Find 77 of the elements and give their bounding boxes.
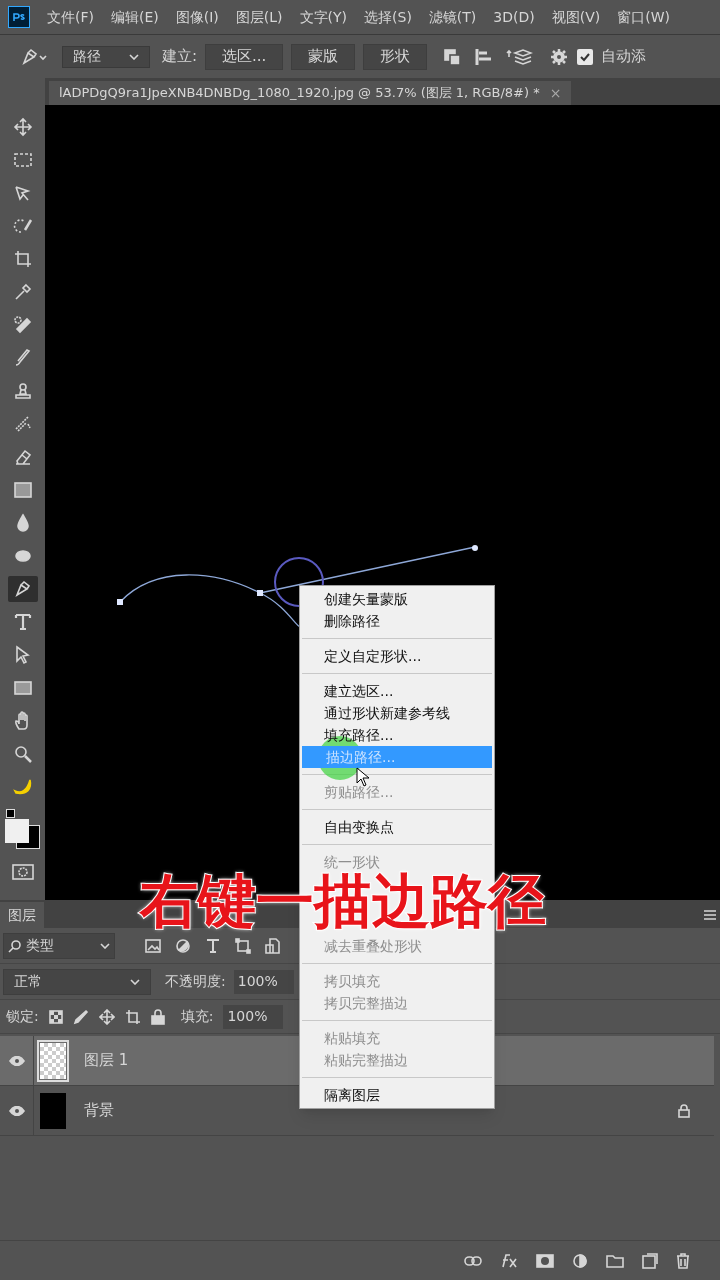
- fill-label: 填充:: [180, 1007, 214, 1026]
- adjustment-filter-icon[interactable]: [175, 937, 191, 954]
- menu-item[interactable]: 文件(F): [47, 6, 94, 28]
- new-layer-icon[interactable]: [642, 1252, 658, 1269]
- eye-icon[interactable]: [8, 1055, 25, 1066]
- eye-icon[interactable]: [8, 1105, 25, 1116]
- rectangle-tool-icon: [12, 678, 33, 698]
- context-menu-item[interactable]: 自由变换点: [300, 816, 494, 838]
- menu-item[interactable]: 选择(S): [364, 6, 412, 28]
- blend-mode-dropdown[interactable]: 正常: [3, 968, 151, 995]
- context-menu-item[interactable]: 通过形状新建参考线: [300, 702, 494, 724]
- type-tool-icon: [12, 612, 33, 632]
- context-menu-item[interactable]: 建立选区...: [300, 680, 494, 702]
- caret-icon: [130, 978, 140, 985]
- lock-pixels-icon[interactable]: [72, 1008, 89, 1025]
- menu-item[interactable]: 视图(V): [551, 6, 601, 28]
- shape-filter-icon[interactable]: [235, 937, 251, 954]
- document-tab[interactable]: lADPDgQ9ra1JpeXNB4DNBDg_1080_1920.jpg @ 53.7% (图层 1, RGB/8#) * ×: [49, 81, 572, 105]
- mask-icon[interactable]: [536, 1253, 554, 1268]
- auto-add-checkbox[interactable]: [577, 48, 594, 65]
- quick-mask-icon[interactable]: [11, 864, 34, 880]
- crop-tool-icon: [12, 249, 33, 269]
- opacity-label: 不透明度:: [165, 972, 226, 991]
- menu-item[interactable]: 3D(D): [493, 6, 535, 28]
- menu-item[interactable]: 图层(L): [235, 6, 283, 28]
- banana-icon: [12, 777, 33, 797]
- make-label: 建立:: [162, 46, 198, 68]
- search-icon: [8, 938, 22, 953]
- context-menu-item[interactable]: 定义自定形状...: [300, 645, 494, 667]
- marquee-tool-icon: [12, 150, 33, 170]
- panel-tab[interactable]: 图层: [0, 902, 44, 928]
- auto-add-label: 自动添: [601, 46, 647, 68]
- type-filter-icon[interactable]: [205, 937, 221, 954]
- context-menu-item[interactable]: 删除路径: [300, 610, 494, 632]
- settings-icon[interactable]: [549, 46, 570, 67]
- mode-dropdown[interactable]: 路径: [62, 45, 150, 68]
- panel-menu-icon[interactable]: [704, 910, 716, 920]
- make-button[interactable]: 蒙版: [291, 43, 356, 70]
- app-logo-icon: [12, 12, 26, 22]
- fx-icon[interactable]: [500, 1252, 518, 1269]
- make-button[interactable]: 形状: [363, 43, 428, 70]
- close-button[interactable]: ×: [549, 82, 562, 104]
- context-menu-item[interactable]: 创建矢量蒙版: [300, 588, 494, 610]
- caret-icon: [100, 942, 110, 949]
- make-button[interactable]: 选区...: [205, 43, 284, 70]
- lock-transparency-icon[interactable]: [48, 1009, 63, 1024]
- move-tool-icon: [12, 117, 33, 137]
- link-icon[interactable]: [464, 1255, 482, 1266]
- trash-icon[interactable]: [676, 1252, 690, 1269]
- stamp-tool-icon: [12, 381, 33, 401]
- context-menu-item[interactable]: 隔离图层: [300, 1084, 494, 1106]
- menu-item[interactable]: 图像(I): [175, 6, 219, 28]
- lock-artboard-icon[interactable]: [124, 1008, 141, 1025]
- layer-name: 背景: [84, 1100, 114, 1122]
- menu-item[interactable]: 滤镜(T): [428, 6, 477, 28]
- menu-item[interactable]: 文字(Y): [299, 6, 348, 28]
- healing-brush-tool-icon: [12, 315, 33, 335]
- menu-item[interactable]: 编辑(E): [111, 6, 159, 28]
- tool-button[interactable]: [7, 576, 38, 602]
- opacity-field[interactable]: 100%: [233, 969, 294, 994]
- filter-dropdown[interactable]: 类型: [3, 932, 115, 959]
- document-title: lADPDgQ9ra1JpeXNB4DNBDg_1080_1920.jpg @ 53.7% (图层 1, RGB/8#) *: [59, 84, 540, 103]
- image-filter-icon[interactable]: [145, 938, 161, 953]
- layer-name: 图层 1: [84, 1050, 129, 1072]
- cursor-icon: [356, 767, 370, 787]
- lock-all-icon[interactable]: [150, 1008, 165, 1025]
- arrange-icon[interactable]: [505, 46, 534, 67]
- zoom-tool-icon: [12, 744, 33, 764]
- adjustment-icon[interactable]: [572, 1252, 588, 1269]
- menu-item[interactable]: 窗口(W): [617, 6, 671, 28]
- folder-icon[interactable]: [606, 1253, 624, 1268]
- smart-object-filter-icon[interactable]: [265, 937, 281, 954]
- fill-field[interactable]: 100%: [223, 1004, 284, 1029]
- caret-icon: [129, 53, 139, 60]
- gradient-tool-icon: [12, 480, 33, 500]
- lock-position-icon[interactable]: [98, 1008, 115, 1025]
- lock-label: 锁定:: [6, 1007, 39, 1026]
